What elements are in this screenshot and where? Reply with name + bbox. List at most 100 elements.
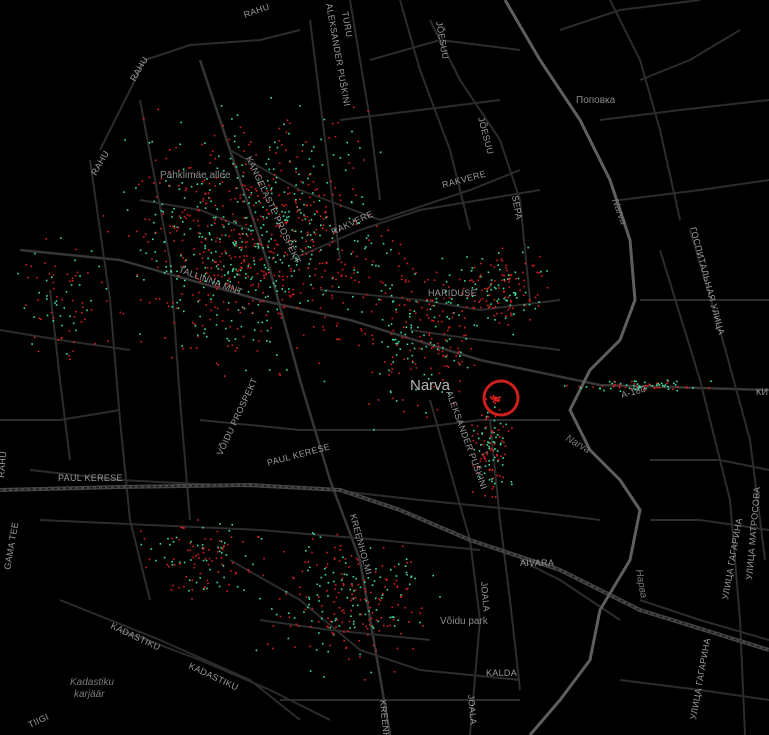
red-point: [246, 241, 249, 243]
red-point: [184, 209, 186, 211]
green-point: [270, 238, 272, 240]
red-point: [341, 268, 344, 271]
red-point: [235, 219, 237, 222]
red-point: [140, 530, 142, 533]
red-point: [274, 239, 276, 242]
green-point: [435, 297, 438, 300]
red-point: [148, 558, 151, 561]
red-point: [257, 535, 259, 538]
red-point: [491, 488, 494, 490]
green-point: [283, 123, 285, 126]
red-point: [353, 272, 355, 275]
green-point: [521, 251, 524, 254]
highlight-ring[interactable]: [482, 379, 520, 417]
green-point: [210, 200, 212, 203]
green-point: [390, 391, 392, 394]
red-point: [433, 279, 436, 281]
red-point: [458, 350, 460, 353]
red-point: [167, 305, 170, 307]
green-point: [445, 302, 448, 304]
green-point: [266, 319, 268, 322]
red-point: [313, 201, 315, 203]
red-point: [203, 251, 205, 253]
green-point: [517, 277, 520, 280]
green-point: [228, 302, 230, 304]
red-point: [143, 236, 145, 238]
red-point: [198, 291, 200, 294]
green-point: [276, 290, 278, 292]
red-point: [470, 347, 472, 350]
red-point: [524, 262, 526, 265]
red-point: [442, 310, 444, 313]
red-point: [365, 625, 367, 628]
red-point: [447, 327, 450, 329]
red-point: [241, 184, 244, 186]
red-point: [414, 312, 417, 315]
red-point: [489, 396, 492, 399]
green-point: [299, 105, 301, 107]
red-point: [71, 277, 74, 280]
red-point: [145, 566, 147, 569]
red-point: [351, 597, 354, 600]
green-point: [245, 369, 247, 372]
red-point: [481, 443, 484, 446]
red-point: [44, 262, 46, 264]
green-point: [308, 598, 311, 600]
green-point: [342, 556, 344, 559]
red-point: [481, 289, 483, 292]
red-point: [52, 274, 55, 277]
green-point: [165, 270, 168, 272]
green-point: [173, 207, 175, 210]
green-point: [480, 444, 482, 446]
green-point: [260, 227, 262, 229]
red-point: [348, 658, 350, 661]
green-point: [309, 246, 312, 249]
red-point: [228, 254, 231, 257]
green-point: [667, 385, 669, 388]
green-point: [318, 600, 320, 602]
red-point: [183, 585, 185, 588]
red-point: [84, 318, 86, 320]
green-point: [410, 324, 413, 327]
green-point: [320, 576, 323, 579]
red-point: [166, 563, 169, 566]
red-point: [283, 551, 286, 553]
red-point: [451, 316, 454, 319]
green-point: [373, 580, 376, 582]
green-point: [423, 334, 425, 337]
green-point: [204, 142, 206, 144]
green-point: [381, 341, 383, 343]
red-point: [25, 304, 27, 306]
red-point: [367, 110, 369, 112]
green-point: [546, 270, 548, 272]
red-point: [404, 606, 406, 609]
red-point: [37, 350, 40, 353]
red-point: [148, 176, 151, 179]
red-point: [441, 320, 443, 323]
red-point: [240, 262, 243, 264]
green-point: [210, 238, 213, 241]
red-point: [257, 219, 259, 221]
green-point: [171, 216, 173, 218]
red-point: [393, 565, 396, 568]
red-point: [305, 240, 307, 243]
red-point: [382, 624, 385, 627]
red-point: [170, 589, 173, 591]
red-point: [172, 226, 174, 228]
map-canvas[interactable]: Narva Поповка Pähklimäe allee Võidu park…: [0, 0, 769, 735]
red-point: [166, 302, 169, 304]
green-point: [488, 464, 490, 466]
red-point: [410, 611, 413, 614]
red-point: [471, 424, 473, 426]
red-point: [169, 232, 172, 234]
green-point: [502, 437, 504, 440]
green-point: [319, 585, 321, 587]
red-point: [446, 354, 448, 357]
street-label-kalda: KALDA: [486, 668, 517, 678]
green-point: [540, 270, 542, 273]
red-point: [452, 312, 454, 315]
red-point: [473, 364, 476, 367]
green-point: [216, 581, 219, 584]
green-point: [252, 229, 254, 232]
green-point: [309, 234, 312, 236]
